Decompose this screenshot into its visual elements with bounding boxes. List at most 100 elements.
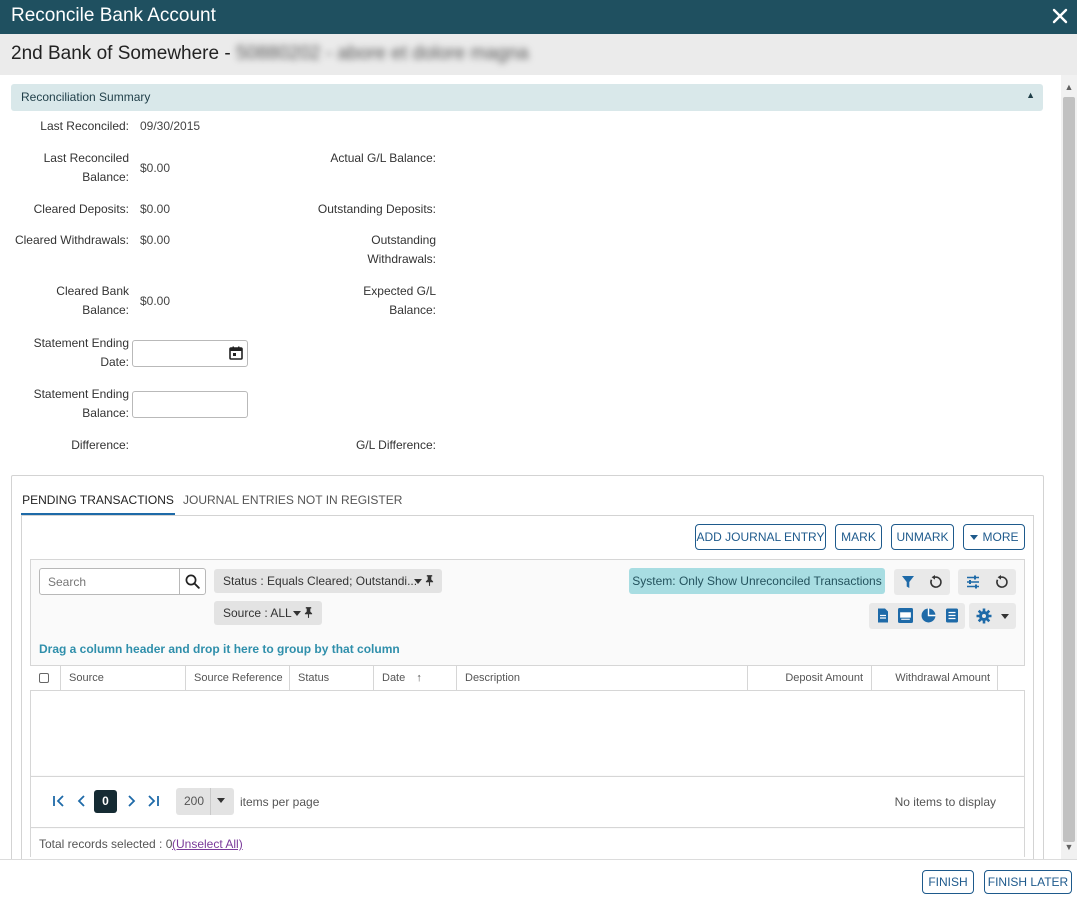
mark-button[interactable]: MARK <box>835 524 882 550</box>
gear-icon[interactable] <box>976 608 992 624</box>
statement-ending-date-label: Statement Ending Date: <box>33 336 129 369</box>
outstanding-withdrawals-label: Outstanding Withdrawals: <box>367 233 436 266</box>
search-box[interactable]: Search <box>39 568 206 595</box>
difference-label: Difference: <box>71 438 129 452</box>
account-name: 2nd Bank of Somewhere - <box>11 43 236 64</box>
column-header-spacer <box>997 666 1024 690</box>
finish-later-button[interactable]: FINISH LATER <box>984 870 1072 894</box>
scroll-down-icon[interactable]: ▼ <box>1061 839 1077 855</box>
statement-ending-balance-input[interactable] <box>132 391 248 418</box>
pin-icon[interactable] <box>425 575 434 586</box>
column-header-withdrawal-amount[interactable]: Withdrawal Amount <box>871 666 998 690</box>
column-settings-icon[interactable] <box>966 575 980 589</box>
cleared-bank-balance-label: Cleared Bank Balance: <box>56 284 129 317</box>
filter-button-group <box>894 569 950 595</box>
export-button-group <box>869 603 965 629</box>
vertical-scrollbar[interactable]: ▲ ▼ <box>1061 75 1077 859</box>
last-reconciled-label: Last Reconciled: <box>40 119 129 133</box>
cleared-deposits-value: $0.00 <box>140 202 171 216</box>
window-titlebar: Reconcile Bank Account <box>0 0 1077 34</box>
gl-difference-label: G/L Difference: <box>355 438 436 452</box>
page-size-value: 200 <box>184 794 205 808</box>
collapse-caret-icon[interactable]: ▲ <box>1026 90 1035 100</box>
column-header-date[interactable]: Date ↑ <box>373 666 457 690</box>
column-button-group <box>958 569 1016 595</box>
cleared-bank-balance-value: $0.00 <box>140 294 171 308</box>
document-icon[interactable] <box>876 608 890 623</box>
caret-down-icon[interactable] <box>414 579 422 584</box>
tab-journal-entries-not-in-register[interactable]: JOURNAL ENTRIES NOT IN REGISTER <box>183 493 402 507</box>
more-label: MORE <box>982 530 1019 544</box>
chart-icon[interactable] <box>921 608 936 623</box>
cleared-withdrawals-label: Cleared Withdrawals: <box>14 233 129 247</box>
account-header: 2nd Bank of Somewhere - 50880202 - abore… <box>0 34 1077 75</box>
column-header-source-reference[interactable]: Source Reference <box>185 666 290 690</box>
search-icon[interactable] <box>185 574 200 589</box>
first-page-icon[interactable] <box>52 794 66 808</box>
add-journal-entry-button[interactable]: ADD JOURNAL ENTRY <box>695 524 826 550</box>
last-page-icon[interactable] <box>146 794 160 808</box>
dialog-footer <box>0 859 1077 901</box>
system-filter-chip[interactable]: System: Only Show Unreconciled Transacti… <box>629 568 885 594</box>
last-reconciled-balance-value: $0.00 <box>140 161 171 175</box>
caret-down-icon[interactable] <box>293 611 301 616</box>
calendar-icon[interactable] <box>229 346 243 360</box>
grid-settings-button[interactable] <box>969 603 1016 629</box>
total-selected-label: Total records selected : 0 <box>39 837 173 851</box>
status-filter-label: Status : Equals Cleared; Outstandi... <box>223 574 418 588</box>
search-divider <box>179 569 180 594</box>
account-title: 2nd Bank of Somewhere - 50880202 - abore… <box>11 43 529 65</box>
sort-ascending-icon: ↑ <box>416 672 422 684</box>
source-filter-label: Source : ALL <box>223 606 292 620</box>
source-filter-chip[interactable]: Source : ALL <box>214 601 322 625</box>
items-per-page-label: items per page <box>240 795 320 809</box>
date-header-label: Date <box>382 672 406 684</box>
caret-down-icon[interactable] <box>217 798 225 803</box>
reset-columns-icon[interactable] <box>994 575 1008 589</box>
column-header-status[interactable]: Status <box>289 666 374 690</box>
select-all-checkbox[interactable] <box>39 673 49 683</box>
grid-body <box>31 691 1024 775</box>
pdf-icon[interactable] <box>898 608 913 623</box>
expected-gl-balance-label: Expected G/L Balance: <box>363 284 436 317</box>
report-icon[interactable] <box>945 608 959 623</box>
last-reconciled-balance-label: Last Reconciled Balance: <box>43 151 129 184</box>
grid-header: Source Source Reference Status Date ↑ De… <box>30 665 1025 691</box>
reset-filter-icon[interactable] <box>928 575 942 589</box>
last-reconciled-value: 09/30/2015 <box>140 119 201 133</box>
cleared-withdrawals-value: $0.00 <box>140 233 171 247</box>
page-size-divider <box>210 788 211 815</box>
search-input[interactable]: Search <box>48 575 86 589</box>
outstanding-deposits-label: Outstanding Deposits: <box>317 202 436 216</box>
current-page[interactable]: 0 <box>94 790 117 813</box>
account-number-redacted: 50880202 - abore et dolore magna <box>235 43 529 64</box>
statement-ending-balance-label: Statement Ending Balance: <box>33 387 129 420</box>
page-size-select[interactable]: 200 <box>176 788 234 815</box>
caret-down-icon[interactable] <box>1001 614 1009 619</box>
unmark-button[interactable]: UNMARK <box>891 524 954 550</box>
no-items-label: No items to display <box>894 795 996 809</box>
actual-gl-balance-label: Actual G/L Balance: <box>330 151 436 165</box>
reconciliation-summary-header[interactable]: Reconciliation Summary ▲ <box>11 84 1043 111</box>
close-icon[interactable] <box>1049 5 1071 27</box>
window-title: Reconcile Bank Account <box>11 5 216 26</box>
tab-pending-transactions[interactable]: PENDING TRANSACTIONS <box>21 493 175 515</box>
cleared-deposits-label: Cleared Deposits: <box>33 202 129 216</box>
previous-page-icon[interactable] <box>75 794 89 808</box>
column-header-deposit-amount[interactable]: Deposit Amount <box>747 666 871 690</box>
unselect-all-link[interactable]: (Unselect All) <box>172 837 243 851</box>
more-button[interactable]: MORE <box>963 524 1025 550</box>
statement-ending-date-input[interactable] <box>132 340 248 367</box>
column-header-description[interactable]: Description <box>456 666 748 690</box>
group-by-hint: Drag a column header and drop it here to… <box>39 642 400 656</box>
caret-down-icon <box>969 535 978 541</box>
scrollbar-thumb[interactable] <box>1063 97 1075 842</box>
next-page-icon[interactable] <box>124 794 138 808</box>
scroll-up-icon[interactable]: ▲ <box>1061 79 1077 95</box>
selection-summary: Total records selected : 0 (Unselect All… <box>31 829 1024 857</box>
finish-button[interactable]: FINISH <box>922 870 974 894</box>
pin-icon[interactable] <box>304 607 313 618</box>
section-title: Reconciliation Summary <box>21 90 151 104</box>
filter-icon[interactable] <box>901 575 915 589</box>
status-filter-chip[interactable]: Status : Equals Cleared; Outstandi... <box>214 569 442 593</box>
